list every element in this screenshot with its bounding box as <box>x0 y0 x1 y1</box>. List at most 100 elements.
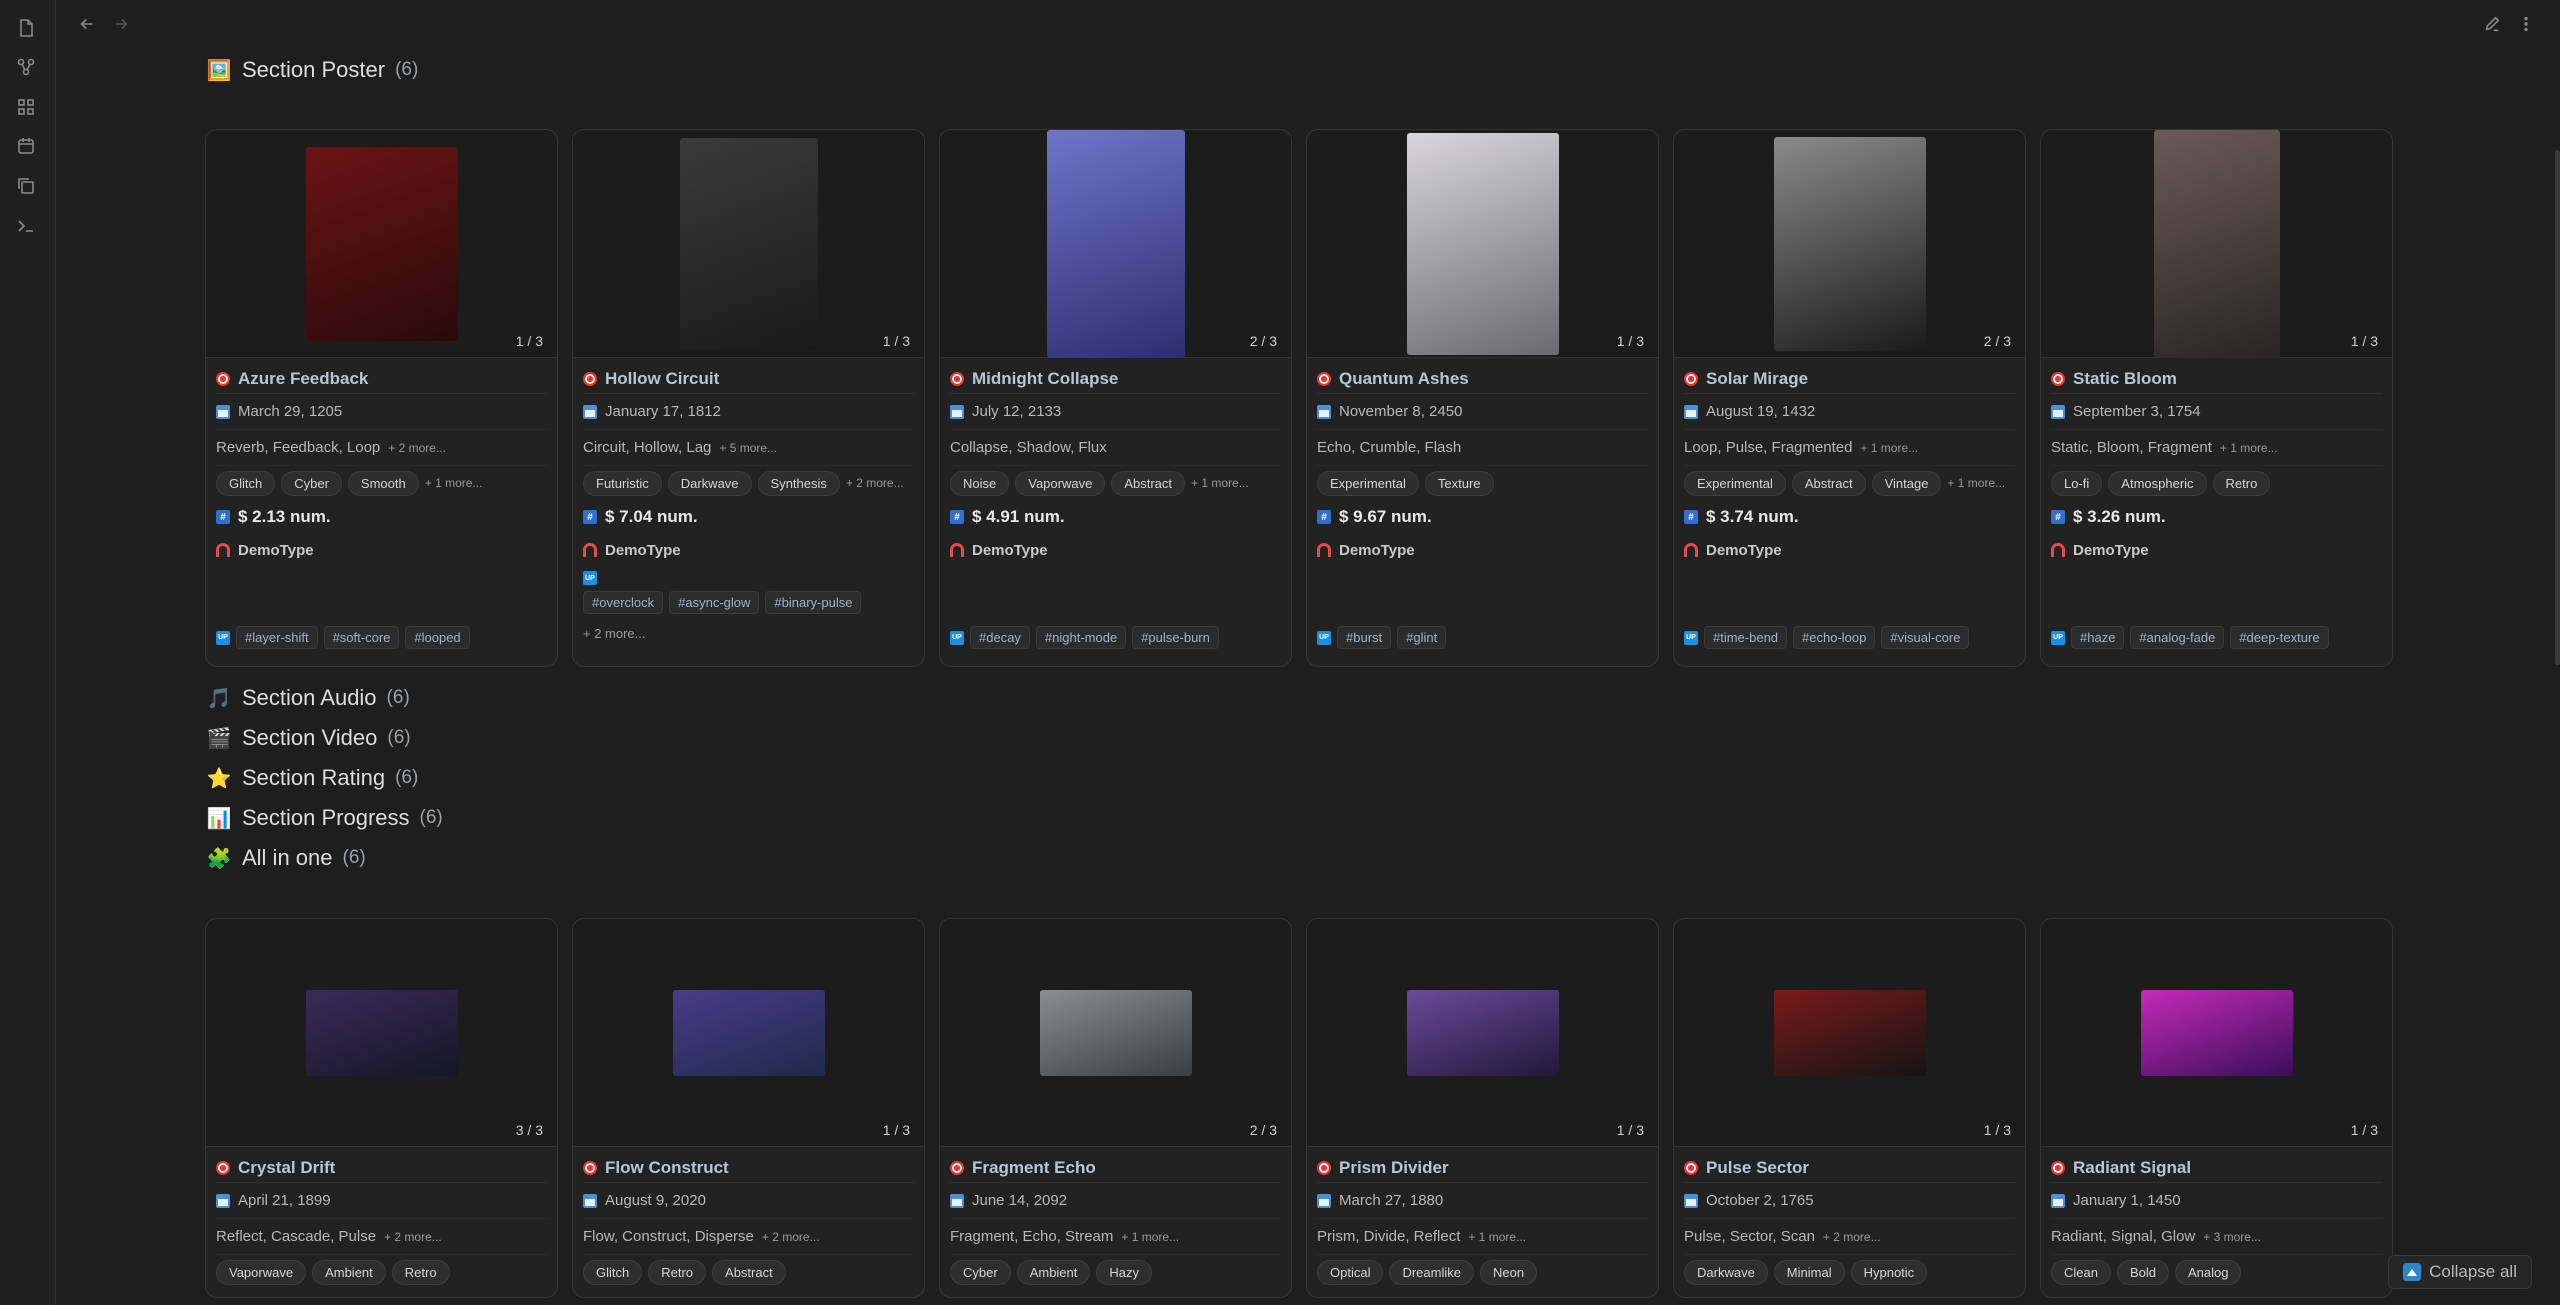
tag-chip[interactable]: #soft-core <box>323 626 400 649</box>
card[interactable]: 1 / 3 Flow Construct August 9, 2020 Flow, C… <box>572 918 925 1298</box>
genre-chip[interactable]: Abstract <box>712 1259 786 1285</box>
keywords-more-link[interactable]: + 5 more... <box>719 441 777 455</box>
image-pager[interactable]: 1 / 3 <box>883 1122 910 1138</box>
calendar-icon[interactable] <box>14 134 38 158</box>
image-pager[interactable]: 1 / 3 <box>883 333 910 349</box>
genre-chip[interactable]: Ambient <box>1016 1259 1091 1285</box>
card[interactable]: 1 / 3 Prism Divider March 27, 1880 Prism, D… <box>1306 918 1659 1298</box>
card-title[interactable]: Solar Mirage <box>1684 364 2015 394</box>
section-header-video[interactable]: 🎬 Section Video (6) <box>206 720 411 756</box>
tags-more-link[interactable]: + 2 more... <box>583 626 646 641</box>
card-title[interactable]: Prism Divider <box>1317 1153 1648 1183</box>
card-title[interactable]: Static Bloom <box>2051 364 2382 394</box>
tag-chip[interactable]: #burst <box>1337 626 1392 649</box>
tag-chip[interactable]: #time-bend <box>1704 626 1788 649</box>
card[interactable]: 1 / 3 UP #overclock #async-glow #binary-puls… <box>572 129 925 667</box>
genre-chip[interactable]: Hazy <box>1096 1259 1153 1285</box>
chips-more-link[interactable]: + 1 more... <box>425 476 483 490</box>
card[interactable]: 1 / 3 Pulse Sector October 2, 1765 Pulse, S… <box>1673 918 2026 1298</box>
image-pager[interactable]: 1 / 3 <box>516 333 543 349</box>
tag-chip[interactable]: #binary-pulse <box>765 591 862 614</box>
section-header-audio[interactable]: 🎵 Section Audio (6) <box>206 680 410 716</box>
card-title[interactable]: Crystal Drift <box>216 1153 547 1183</box>
card-title[interactable]: Fragment Echo <box>950 1153 1281 1183</box>
section-header-poster[interactable]: 🖼️ Section Poster (6) <box>206 52 419 88</box>
genre-chip[interactable]: Clean <box>2051 1259 2111 1285</box>
graph-icon[interactable] <box>14 55 38 79</box>
card-title[interactable]: Hollow Circuit <box>583 364 914 394</box>
image-pager[interactable]: 1 / 3 <box>1617 1122 1644 1138</box>
genre-chip[interactable]: Futuristic <box>583 470 662 496</box>
genre-chip[interactable]: Neon <box>1479 1259 1538 1285</box>
image-pager[interactable]: 2 / 3 <box>1984 333 2011 349</box>
genre-chip[interactable]: Hypnotic <box>1850 1259 1928 1285</box>
card-cover[interactable]: 1 / 3 <box>1307 130 1658 358</box>
tag-chip[interactable]: #looped <box>405 626 470 649</box>
copy-icon[interactable] <box>14 174 38 198</box>
card[interactable]: 2 / 3 UP #decay #night-mode #pulse-burn Midni… <box>939 129 1292 667</box>
terminal-icon[interactable] <box>14 214 38 238</box>
genre-chip[interactable]: Darkwave <box>1684 1259 1768 1285</box>
genre-chip[interactable]: Retro <box>648 1259 707 1285</box>
tag-chip[interactable]: #glint <box>1397 626 1447 649</box>
genre-chip[interactable]: Bold <box>2116 1259 2169 1285</box>
chips-more-link[interactable]: + 1 more... <box>1947 476 2005 490</box>
file-icon[interactable] <box>14 16 38 40</box>
card-title[interactable]: Flow Construct <box>583 1153 914 1183</box>
grid-icon[interactable] <box>14 95 38 119</box>
card-cover[interactable]: 1 / 3 <box>573 130 924 358</box>
card-cover[interactable]: 3 / 3 <box>206 919 557 1147</box>
card-title[interactable]: Radiant Signal <box>2051 1153 2382 1183</box>
tag-chip[interactable]: #pulse-burn <box>1132 626 1219 649</box>
genre-chip[interactable]: Abstract <box>1111 470 1186 496</box>
tag-chip[interactable]: #deep-texture <box>2230 626 2329 649</box>
genre-chip[interactable]: Retro <box>391 1259 450 1285</box>
keywords-more-link[interactable]: + 1 more... <box>1468 1230 1526 1244</box>
genre-chip[interactable]: Dreamlike <box>1389 1259 1474 1285</box>
card[interactable]: 2 / 3 UP #time-bend #echo-loop #visual-core S… <box>1673 129 2026 667</box>
keywords-more-link[interactable]: + 1 more... <box>1121 1230 1179 1244</box>
card-title[interactable]: Midnight Collapse <box>950 364 1281 394</box>
genre-chip[interactable]: Experimental <box>1684 470 1786 496</box>
genre-chip[interactable]: Atmospheric <box>2108 470 2207 496</box>
card-cover[interactable]: 1 / 3 <box>1674 919 2025 1147</box>
genre-chip[interactable]: Vaporwave <box>1015 470 1106 496</box>
genre-chip[interactable]: Glitch <box>216 470 276 496</box>
keywords-more-link[interactable]: + 2 more... <box>384 1230 442 1244</box>
edit-icon[interactable] <box>2480 12 2504 36</box>
card-title[interactable]: Pulse Sector <box>1684 1153 2015 1183</box>
keywords-more-link[interactable]: + 1 more... <box>1860 441 1918 455</box>
card[interactable]: 1 / 3 UP #burst #glint Quantum Ashes November… <box>1306 129 1659 667</box>
genre-chip[interactable]: Vintage <box>1871 470 1942 496</box>
genre-chip[interactable]: Cyber <box>950 1259 1011 1285</box>
image-pager[interactable]: 2 / 3 <box>1250 1122 1277 1138</box>
card[interactable]: 1 / 3 UP #haze #analog-fade #deep-texture Sta… <box>2040 129 2393 667</box>
tag-chip[interactable]: #echo-loop <box>1793 626 1876 649</box>
genre-chip[interactable]: Experimental <box>1317 470 1419 496</box>
card-cover[interactable]: 1 / 3 <box>573 919 924 1147</box>
section-header-rating[interactable]: ⭐ Section Rating (6) <box>206 760 419 796</box>
card-cover[interactable]: 2 / 3 <box>940 130 1291 358</box>
genre-chip[interactable]: Noise <box>950 470 1010 496</box>
card-cover[interactable]: 1 / 3 <box>1307 919 1658 1147</box>
chips-more-link[interactable]: + 2 more... <box>846 476 904 490</box>
collapse-all-button[interactable]: Collapse all <box>2388 1255 2532 1289</box>
image-pager[interactable]: 3 / 3 <box>516 1122 543 1138</box>
keywords-more-link[interactable]: + 1 more... <box>2220 441 2278 455</box>
genre-chip[interactable]: Cyber <box>281 470 342 496</box>
genre-chip[interactable]: Retro <box>2212 470 2271 496</box>
genre-chip[interactable]: Analog <box>2175 1259 2242 1285</box>
genre-chip[interactable]: Glitch <box>583 1259 643 1285</box>
keywords-more-link[interactable]: + 2 more... <box>762 1230 820 1244</box>
card[interactable]: 1 / 3 Radiant Signal January 1, 1450 Radian… <box>2040 918 2393 1298</box>
card-cover[interactable]: 1 / 3 <box>2041 130 2392 358</box>
card[interactable]: 1 / 3 UP #layer-shift #soft-core #looped Azur… <box>205 129 558 667</box>
card-cover[interactable]: 1 / 3 <box>2041 919 2392 1147</box>
section-header-progress[interactable]: 📊 Section Progress (6) <box>206 800 443 836</box>
genre-chip[interactable]: Minimal <box>1773 1259 1845 1285</box>
genre-chip[interactable]: Texture <box>1424 470 1494 496</box>
more-vertical-icon[interactable] <box>2514 12 2538 36</box>
card-title[interactable]: Quantum Ashes <box>1317 364 1648 394</box>
card[interactable]: 3 / 3 Crystal Drift April 21, 1899 Reflect,… <box>205 918 558 1298</box>
card[interactable]: 2 / 3 Fragment Echo June 14, 2092 Fragment,… <box>939 918 1292 1298</box>
